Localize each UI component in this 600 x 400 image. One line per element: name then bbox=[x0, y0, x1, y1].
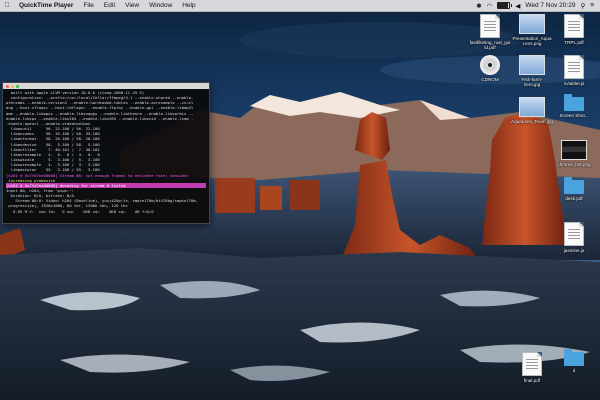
desktop-icon-label: desk.pdf bbox=[565, 196, 583, 201]
bluetooth-icon[interactable]: ✱ bbox=[476, 2, 481, 10]
menu-edit[interactable]: Edit bbox=[99, 2, 120, 9]
desktop-icon-label: AquaLens_Team.jpg bbox=[511, 119, 553, 124]
terminal-window[interactable]: built with Apple LLVM version 10.0.0 (cl… bbox=[2, 82, 210, 224]
menu-file[interactable]: File bbox=[78, 2, 98, 9]
document-icon bbox=[564, 14, 584, 38]
desktop-icon-label: chrome_bot.png bbox=[557, 162, 591, 167]
folder-icon bbox=[564, 94, 584, 111]
cd-icon bbox=[480, 55, 500, 75]
desktop-icon-label: nvtabler.js bbox=[563, 81, 585, 86]
volume-icon[interactable]: ◀ bbox=[515, 2, 520, 10]
folder-icon bbox=[564, 349, 584, 366]
terminal-line: ang --host-cflags= --host-ldflags= --ena… bbox=[6, 105, 194, 111]
menu-clock[interactable]: Wed 7 Nov 20:29 bbox=[525, 2, 575, 9]
menu-view[interactable]: View bbox=[120, 2, 144, 9]
document-icon bbox=[564, 222, 584, 246]
close-icon[interactable] bbox=[6, 84, 9, 88]
apple-menu-icon[interactable]:  bbox=[0, 2, 14, 9]
status-area: ✱ ◠ ◀ Wed 7 Nov 20:29 ⚲ ≡ bbox=[476, 1, 600, 10]
desktop-icon-label: TRPL.pdf bbox=[564, 40, 584, 45]
minimize-icon[interactable] bbox=[11, 84, 14, 88]
image-file-icon bbox=[519, 14, 545, 34]
folder-icon bbox=[564, 177, 584, 194]
desktop-icon-label: Screen Shot... bbox=[559, 113, 589, 118]
desktop-icon-label: jasmine.js bbox=[563, 248, 585, 253]
document-icon bbox=[522, 352, 542, 376]
zoom-icon[interactable] bbox=[16, 84, 19, 88]
search-icon[interactable]: ⚲ bbox=[580, 2, 585, 10]
desktop-file-nvtabler[interactable]: nvtabler.js bbox=[549, 55, 599, 86]
desktop-file-deskpdf[interactable]: desk.pdf bbox=[549, 177, 599, 201]
terminal-line: 0.89 M-V: nan fd= 0 aq= 0KB vq= 0KB sq= … bbox=[6, 208, 154, 214]
image-file-icon bbox=[519, 97, 545, 117]
image-file-icon bbox=[519, 55, 545, 75]
wifi-icon[interactable]: ◠ bbox=[487, 2, 493, 10]
menu-app-name[interactable]: QuickTime Player bbox=[14, 2, 78, 9]
desktop-file-screenshot[interactable]: Screen Shot... bbox=[549, 94, 599, 118]
desktop-icon-label: d bbox=[572, 368, 576, 373]
desktop-folder-d[interactable]: d bbox=[549, 349, 599, 373]
document-icon bbox=[564, 55, 584, 79]
desktop-file-trpl[interactable]: TRPL.pdf bbox=[549, 14, 599, 45]
desktop-icon-label: final.pdf bbox=[523, 378, 541, 383]
desktop-file-jasmine[interactable]: jasmine.js bbox=[549, 222, 599, 253]
battery-icon[interactable] bbox=[497, 1, 513, 9]
image-file-icon bbox=[561, 140, 587, 160]
menu-bar:  QuickTime Player File Edit View Window… bbox=[0, 0, 600, 12]
desktop-file-chrome[interactable]: chrome_bot.png bbox=[549, 140, 599, 167]
menu-help[interactable]: Help bbox=[177, 2, 200, 9]
document-icon bbox=[480, 14, 500, 38]
menu-window[interactable]: Window bbox=[144, 2, 177, 9]
terminal-line: [h264 @ 0x7fd7ee00000] Stream #0: not en… bbox=[6, 172, 189, 178]
notifications-icon[interactable]: ≡ bbox=[590, 2, 594, 9]
terminal-output: built with Apple LLVM version 10.0.0 (cl… bbox=[3, 89, 209, 215]
